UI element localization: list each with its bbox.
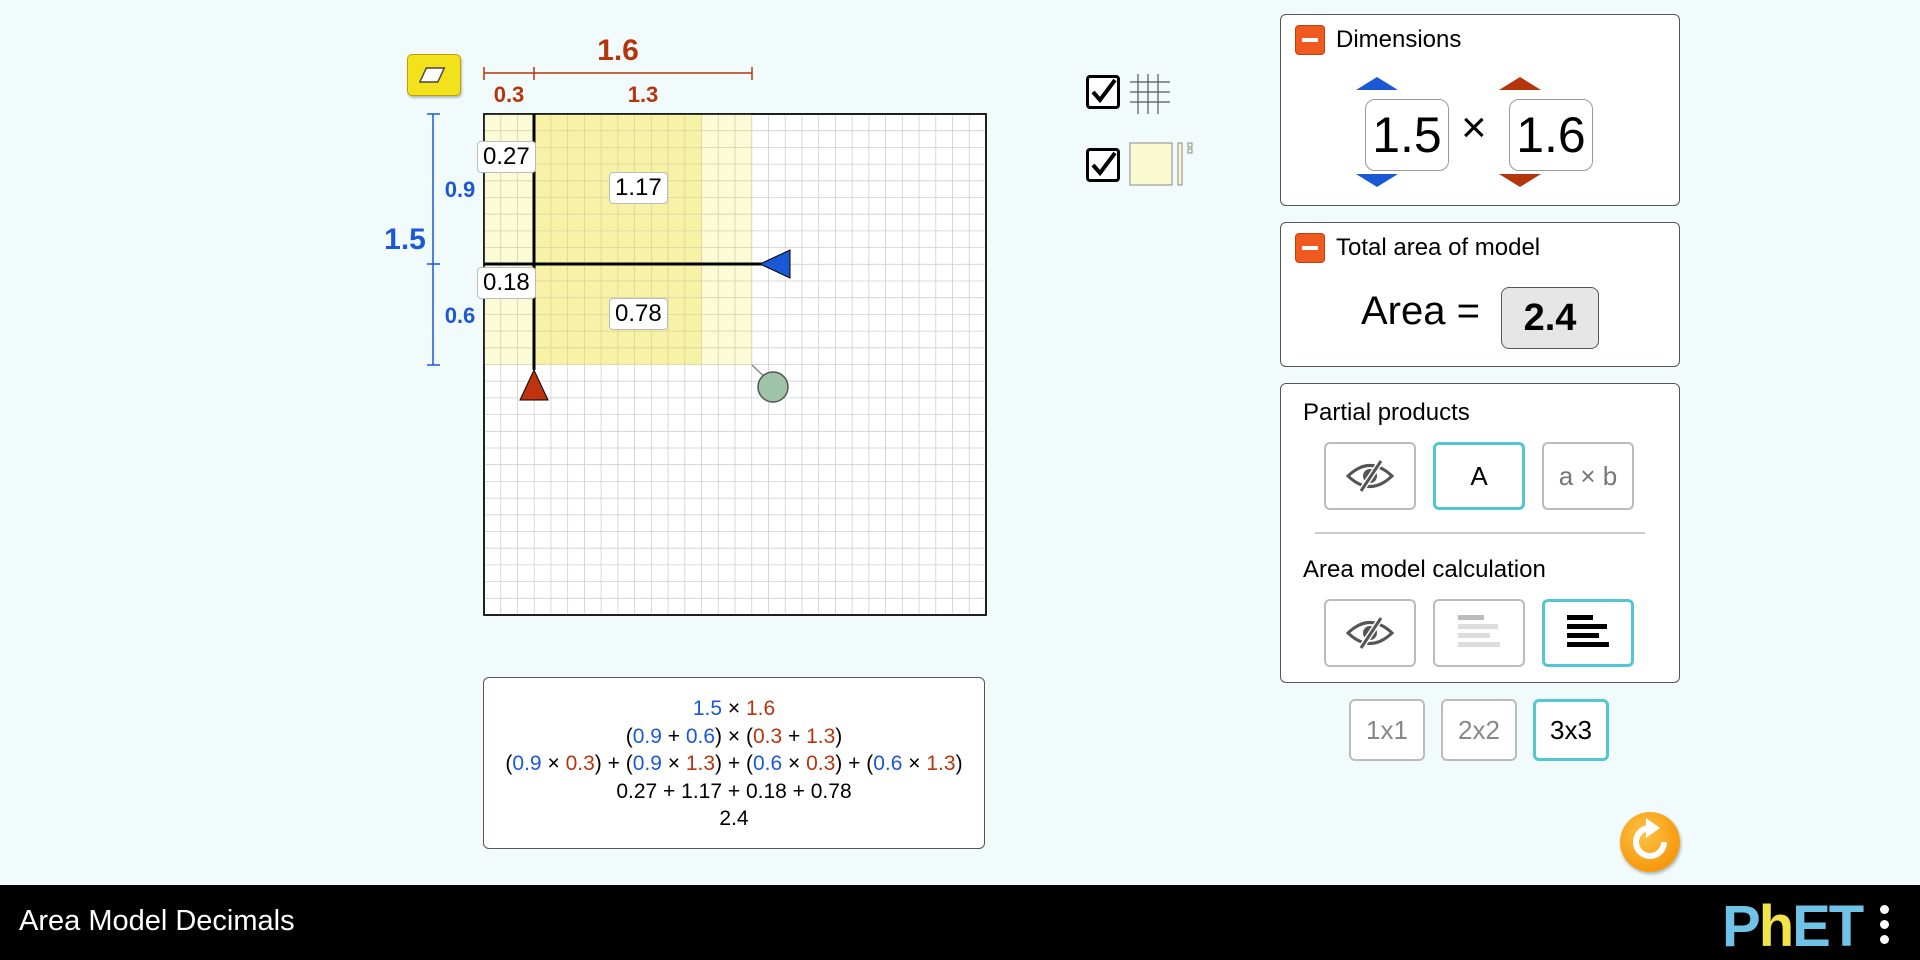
tiles-icon: [1129, 142, 1193, 186]
area-label: Area =: [1361, 289, 1480, 333]
phet-logo[interactable]: PhET: [1722, 893, 1864, 960]
reset-all-button[interactable]: [1620, 812, 1680, 872]
width-part-2-label: 1.3: [628, 82, 659, 107]
eye-hidden-icon: [1345, 616, 1395, 650]
reset-icon: [1633, 818, 1667, 859]
divider: [1315, 532, 1645, 534]
area-calc-title: Area model calculation: [1303, 556, 1546, 583]
calc-line-1: 1.5 × 1.6: [692, 697, 776, 720]
total-area-title: Total area of model: [1336, 234, 1541, 261]
navigation-bar: Area Model Decimals PhET: [0, 885, 1920, 960]
width-total-label: 1.6: [597, 34, 639, 67]
factor-b-up-arrow-icon[interactable]: [1495, 77, 1545, 91]
height-part-2-label: 0.6: [445, 303, 476, 328]
factor-a-value[interactable]: 1.5: [1365, 99, 1449, 171]
factor-a-down-arrow-icon[interactable]: [1352, 173, 1402, 187]
factor-b-down-arrow-icon[interactable]: [1495, 173, 1545, 187]
partial-product-bl: 0.18: [477, 267, 536, 299]
lines-faded-icon: [1458, 615, 1500, 647]
display-options-panel: Partial products A a × b Area model calc…: [1280, 383, 1680, 683]
partial-products-hide-button[interactable]: [1324, 442, 1416, 510]
lines-icon: [1567, 615, 1609, 647]
eraser-button[interactable]: [407, 54, 461, 96]
partial-products-ab-button[interactable]: a × b: [1542, 442, 1634, 510]
grid-size-2x2-button[interactable]: 2x2: [1441, 699, 1517, 761]
area-calc-all-lines-button[interactable]: [1542, 599, 1634, 667]
calc-line-5: 2.4: [719, 807, 749, 830]
tiles-checkbox[interactable]: [1086, 148, 1120, 182]
total-area-collapse-button[interactable]: [1295, 233, 1325, 263]
grid-size-1x1-button[interactable]: 1x1: [1349, 699, 1425, 761]
width-part-1-label: 0.3: [494, 82, 525, 107]
checkmark-icon: [1091, 78, 1117, 104]
dimensions-title: Dimensions: [1336, 26, 1462, 53]
calc-line-4: 0.27 + 1.17 + 0.18 + 0.78: [616, 779, 852, 803]
area-calculation-box: 1.5 × 1.6 (0.9 + 0.6) × (0.3 + 1.3) (0.9…: [483, 677, 985, 849]
partial-products-title: Partial products: [1303, 399, 1470, 426]
times-symbol: ×: [1461, 103, 1487, 152]
grid-icon: [1130, 74, 1170, 114]
grid-size-3x3-button[interactable]: 3x3: [1533, 699, 1609, 761]
dimensions-collapse-button[interactable]: [1295, 25, 1325, 55]
area-calc-line-by-line-button[interactable]: [1433, 599, 1525, 667]
menu-icon[interactable]: [1880, 905, 1892, 950]
height-part-1-label: 0.9: [445, 177, 476, 202]
app-title: Area Model Decimals: [19, 905, 295, 937]
partial-product-br: 0.78: [609, 298, 668, 330]
height-total-label: 1.5: [384, 223, 426, 256]
calc-line-2: (0.9 + 0.6) × (0.3 + 1.3): [625, 724, 843, 748]
resize-handle[interactable]: [757, 371, 789, 403]
area-calc-hide-button[interactable]: [1324, 599, 1416, 667]
dimensions-panel: Dimensions 1.5 × 1.6: [1280, 14, 1680, 206]
factor-a-up-arrow-icon[interactable]: [1352, 77, 1402, 91]
partial-product-tl: 0.27: [477, 141, 536, 173]
calc-line-3: (0.9 × 0.3) + (0.9 × 1.3) + (0.6 × 0.3) …: [505, 752, 963, 775]
area-value: 2.4: [1501, 287, 1599, 349]
total-area-panel: Total area of model Area = 2.4: [1280, 222, 1680, 367]
partial-product-tr: 1.17: [609, 172, 668, 204]
grid-checkbox[interactable]: [1086, 75, 1120, 109]
partial-products-A-button[interactable]: A: [1433, 442, 1525, 510]
checkmark-icon: [1091, 151, 1117, 177]
eraser-icon: [419, 67, 446, 83]
factor-b-value[interactable]: 1.6: [1509, 99, 1593, 171]
eye-hidden-icon: [1345, 459, 1395, 493]
